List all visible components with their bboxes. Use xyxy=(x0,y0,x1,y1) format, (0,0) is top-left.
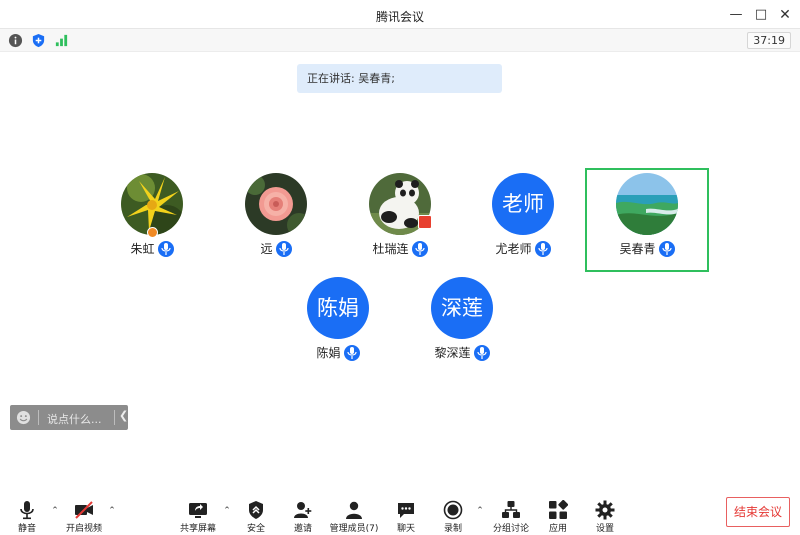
speaking-banner: 正在讲话: 吴春青; xyxy=(297,64,502,93)
host-badge xyxy=(147,227,158,238)
avatar: 深莲 xyxy=(431,277,493,339)
mic-icon xyxy=(343,344,360,361)
avatar xyxy=(616,173,678,235)
mic-icon xyxy=(411,240,428,257)
participant-tile[interactable]: 深莲 黎深莲 xyxy=(400,272,524,376)
chat-input[interactable]: 说点什么... ❮ xyxy=(10,405,128,430)
gear-icon xyxy=(595,500,615,520)
participant-tile[interactable]: 陈娟 陈娟 xyxy=(276,272,400,376)
add-user-icon xyxy=(293,500,313,520)
signal-icon[interactable] xyxy=(54,33,69,48)
participant-tile[interactable]: 老师 尤老师 xyxy=(461,168,585,272)
breakout-rooms-icon xyxy=(501,500,521,520)
close-icon[interactable]: ✕ xyxy=(776,6,794,24)
status-bar: 37:19 xyxy=(0,29,800,52)
mic-icon xyxy=(534,240,551,257)
participant-name: 尤老师 xyxy=(495,242,532,256)
mic-icon xyxy=(473,344,490,361)
collapse-chevron-icon[interactable]: ❮ xyxy=(119,409,128,422)
chat-placeholder: 说点什么... xyxy=(47,413,102,426)
participant-name: 远 xyxy=(260,242,273,256)
participant-name: 陈娟 xyxy=(316,346,341,360)
participant-tile-active[interactable]: 吴春青 xyxy=(585,168,709,272)
video-button[interactable]: 开启视频 xyxy=(54,498,114,534)
video-off-icon xyxy=(74,500,94,520)
participant-tile[interactable]: 朱虹 xyxy=(90,168,214,272)
participant-tile[interactable]: 远 xyxy=(214,168,338,272)
avatar: 陈娟 xyxy=(307,277,369,339)
avatar: 老师 xyxy=(492,173,554,235)
mic-icon xyxy=(275,240,292,257)
emoji-icon[interactable] xyxy=(16,410,31,425)
record-button[interactable]: 录制 xyxy=(423,498,483,534)
settings-button[interactable]: 设置 xyxy=(575,498,635,534)
mic-icon xyxy=(157,240,174,257)
info-icon[interactable] xyxy=(8,33,23,48)
share-screen-button[interactable]: 共享屏幕 xyxy=(168,498,228,534)
maximize-icon[interactable]: □ xyxy=(752,6,770,24)
manage-members-button[interactable]: 管理成员(7) xyxy=(324,498,384,534)
chat-bubble-icon xyxy=(396,500,416,520)
end-meeting-button[interactable]: 结束会议 xyxy=(726,497,790,527)
share-badge-icon xyxy=(418,215,432,229)
microphone-icon xyxy=(17,500,37,520)
video-options-chevron-icon[interactable]: ⌃ xyxy=(107,506,117,516)
apps-grid-icon xyxy=(548,500,568,520)
members-icon xyxy=(344,500,364,520)
participant-name: 杜瑞连 xyxy=(372,242,409,256)
avatar xyxy=(245,173,307,235)
participant-name: 吴春青 xyxy=(619,242,656,256)
shield-icon[interactable] xyxy=(31,33,46,48)
mute-button[interactable]: 静音 xyxy=(0,498,57,534)
minimize-icon[interactable]: — xyxy=(727,6,745,24)
title-bar: 腾讯会议 — □ ✕ xyxy=(0,0,800,29)
participant-name: 朱虹 xyxy=(130,242,155,256)
record-icon xyxy=(443,500,463,520)
participant-name: 黎深莲 xyxy=(434,346,471,360)
window-title: 腾讯会议 xyxy=(375,10,424,24)
avatar xyxy=(121,173,183,235)
share-screen-icon xyxy=(188,500,208,520)
mic-icon xyxy=(658,240,675,257)
participant-tile[interactable]: 杜瑞连 xyxy=(338,168,462,272)
bottom-toolbar: 静音 ⌃ 开启视频 ⌃ 共享屏幕 ⌃ 安全 邀请 管理成员(7) 聊天 录制 ⌃… xyxy=(0,490,800,535)
shield-icon xyxy=(246,500,266,520)
meeting-timer: 37:19 xyxy=(747,32,791,49)
